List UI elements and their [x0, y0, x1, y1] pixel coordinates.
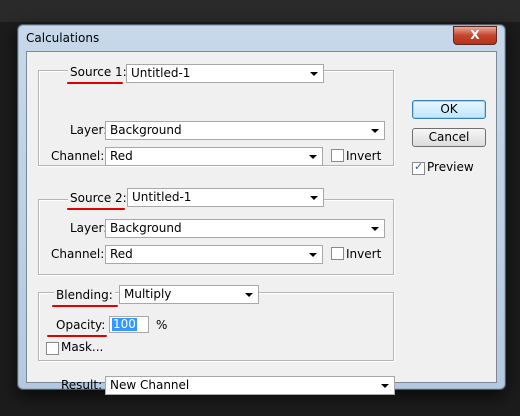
- blending-underline: [52, 305, 118, 307]
- cancel-button[interactable]: Cancel: [412, 128, 486, 147]
- source1-invert-checkbox[interactable]: [331, 149, 344, 162]
- chevron-down-icon: [371, 129, 379, 133]
- source1-source-select[interactable]: Untitled-1: [126, 64, 324, 83]
- source2-channel-value: Red: [110, 247, 133, 261]
- source1-source-value: Untitled-1: [131, 66, 191, 80]
- calculations-dialog: Calculations X Source 1: Untitled-1 Laye…: [17, 24, 506, 395]
- title-bar[interactable]: Calculations X: [18, 25, 505, 51]
- ok-button[interactable]: OK: [412, 100, 486, 119]
- mask-checkbox[interactable]: [46, 342, 59, 355]
- opacity-label: Opacity:: [56, 318, 106, 332]
- chevron-down-icon: [371, 227, 379, 231]
- source1-label: Source 1:: [68, 65, 129, 79]
- source1-layer-label: Layer:: [70, 123, 108, 137]
- dialog-body: Source 1: Untitled-1 Layer: Background C…: [26, 51, 497, 395]
- preview-checkbox[interactable]: [412, 160, 425, 175]
- chevron-down-icon: [309, 253, 317, 257]
- source1-invert-label: Invert: [346, 149, 382, 163]
- source2-layer-select[interactable]: Background: [105, 219, 385, 238]
- source2-channel-label: Channel:: [51, 247, 105, 261]
- chevron-down-icon: [381, 384, 389, 388]
- result-value: New Channel: [110, 378, 190, 392]
- source1-layer-select[interactable]: Background: [105, 121, 385, 140]
- blending-mode-select[interactable]: Multiply: [119, 285, 259, 304]
- background-strip: [0, 0, 520, 22]
- close-icon: X: [470, 28, 480, 42]
- source2-invert-checkbox[interactable]: [331, 247, 344, 260]
- result-select[interactable]: New Channel: [105, 376, 395, 395]
- opacity-unit: %: [156, 318, 168, 332]
- source1-channel-label: Channel:: [51, 149, 105, 163]
- source2-label: Source 2:: [68, 191, 129, 205]
- chevron-down-icon: [309, 155, 317, 159]
- opacity-underline: [47, 335, 107, 337]
- source2-source-value: Untitled-1: [132, 190, 192, 204]
- chevron-down-icon: [310, 72, 318, 76]
- source1-underline: [67, 82, 123, 84]
- source1-layer-value: Background: [110, 123, 182, 137]
- blending-mode-value: Multiply: [124, 287, 172, 301]
- close-button[interactable]: X: [453, 26, 497, 45]
- blending-label: Blending:: [54, 288, 115, 302]
- source2-channel-select[interactable]: Red: [105, 245, 323, 264]
- preview-label[interactable]: Preview: [427, 160, 474, 174]
- source2-underline: [67, 208, 125, 210]
- source1-channel-value: Red: [110, 149, 133, 163]
- source1-channel-select[interactable]: Red: [105, 147, 323, 166]
- chevron-down-icon: [245, 293, 253, 297]
- source2-source-select[interactable]: Untitled-1: [127, 188, 324, 207]
- chevron-down-icon: [310, 196, 318, 200]
- source2-layer-label: Layer:: [70, 221, 108, 235]
- mask-label[interactable]: Mask...: [61, 340, 103, 354]
- opacity-value: 100: [112, 317, 137, 331]
- source2-layer-value: Background: [110, 221, 182, 235]
- source2-invert-label: Invert: [346, 247, 382, 261]
- dialog-title: Calculations: [26, 31, 100, 45]
- result-label: Result:: [61, 378, 103, 392]
- opacity-input[interactable]: 100: [109, 316, 149, 333]
